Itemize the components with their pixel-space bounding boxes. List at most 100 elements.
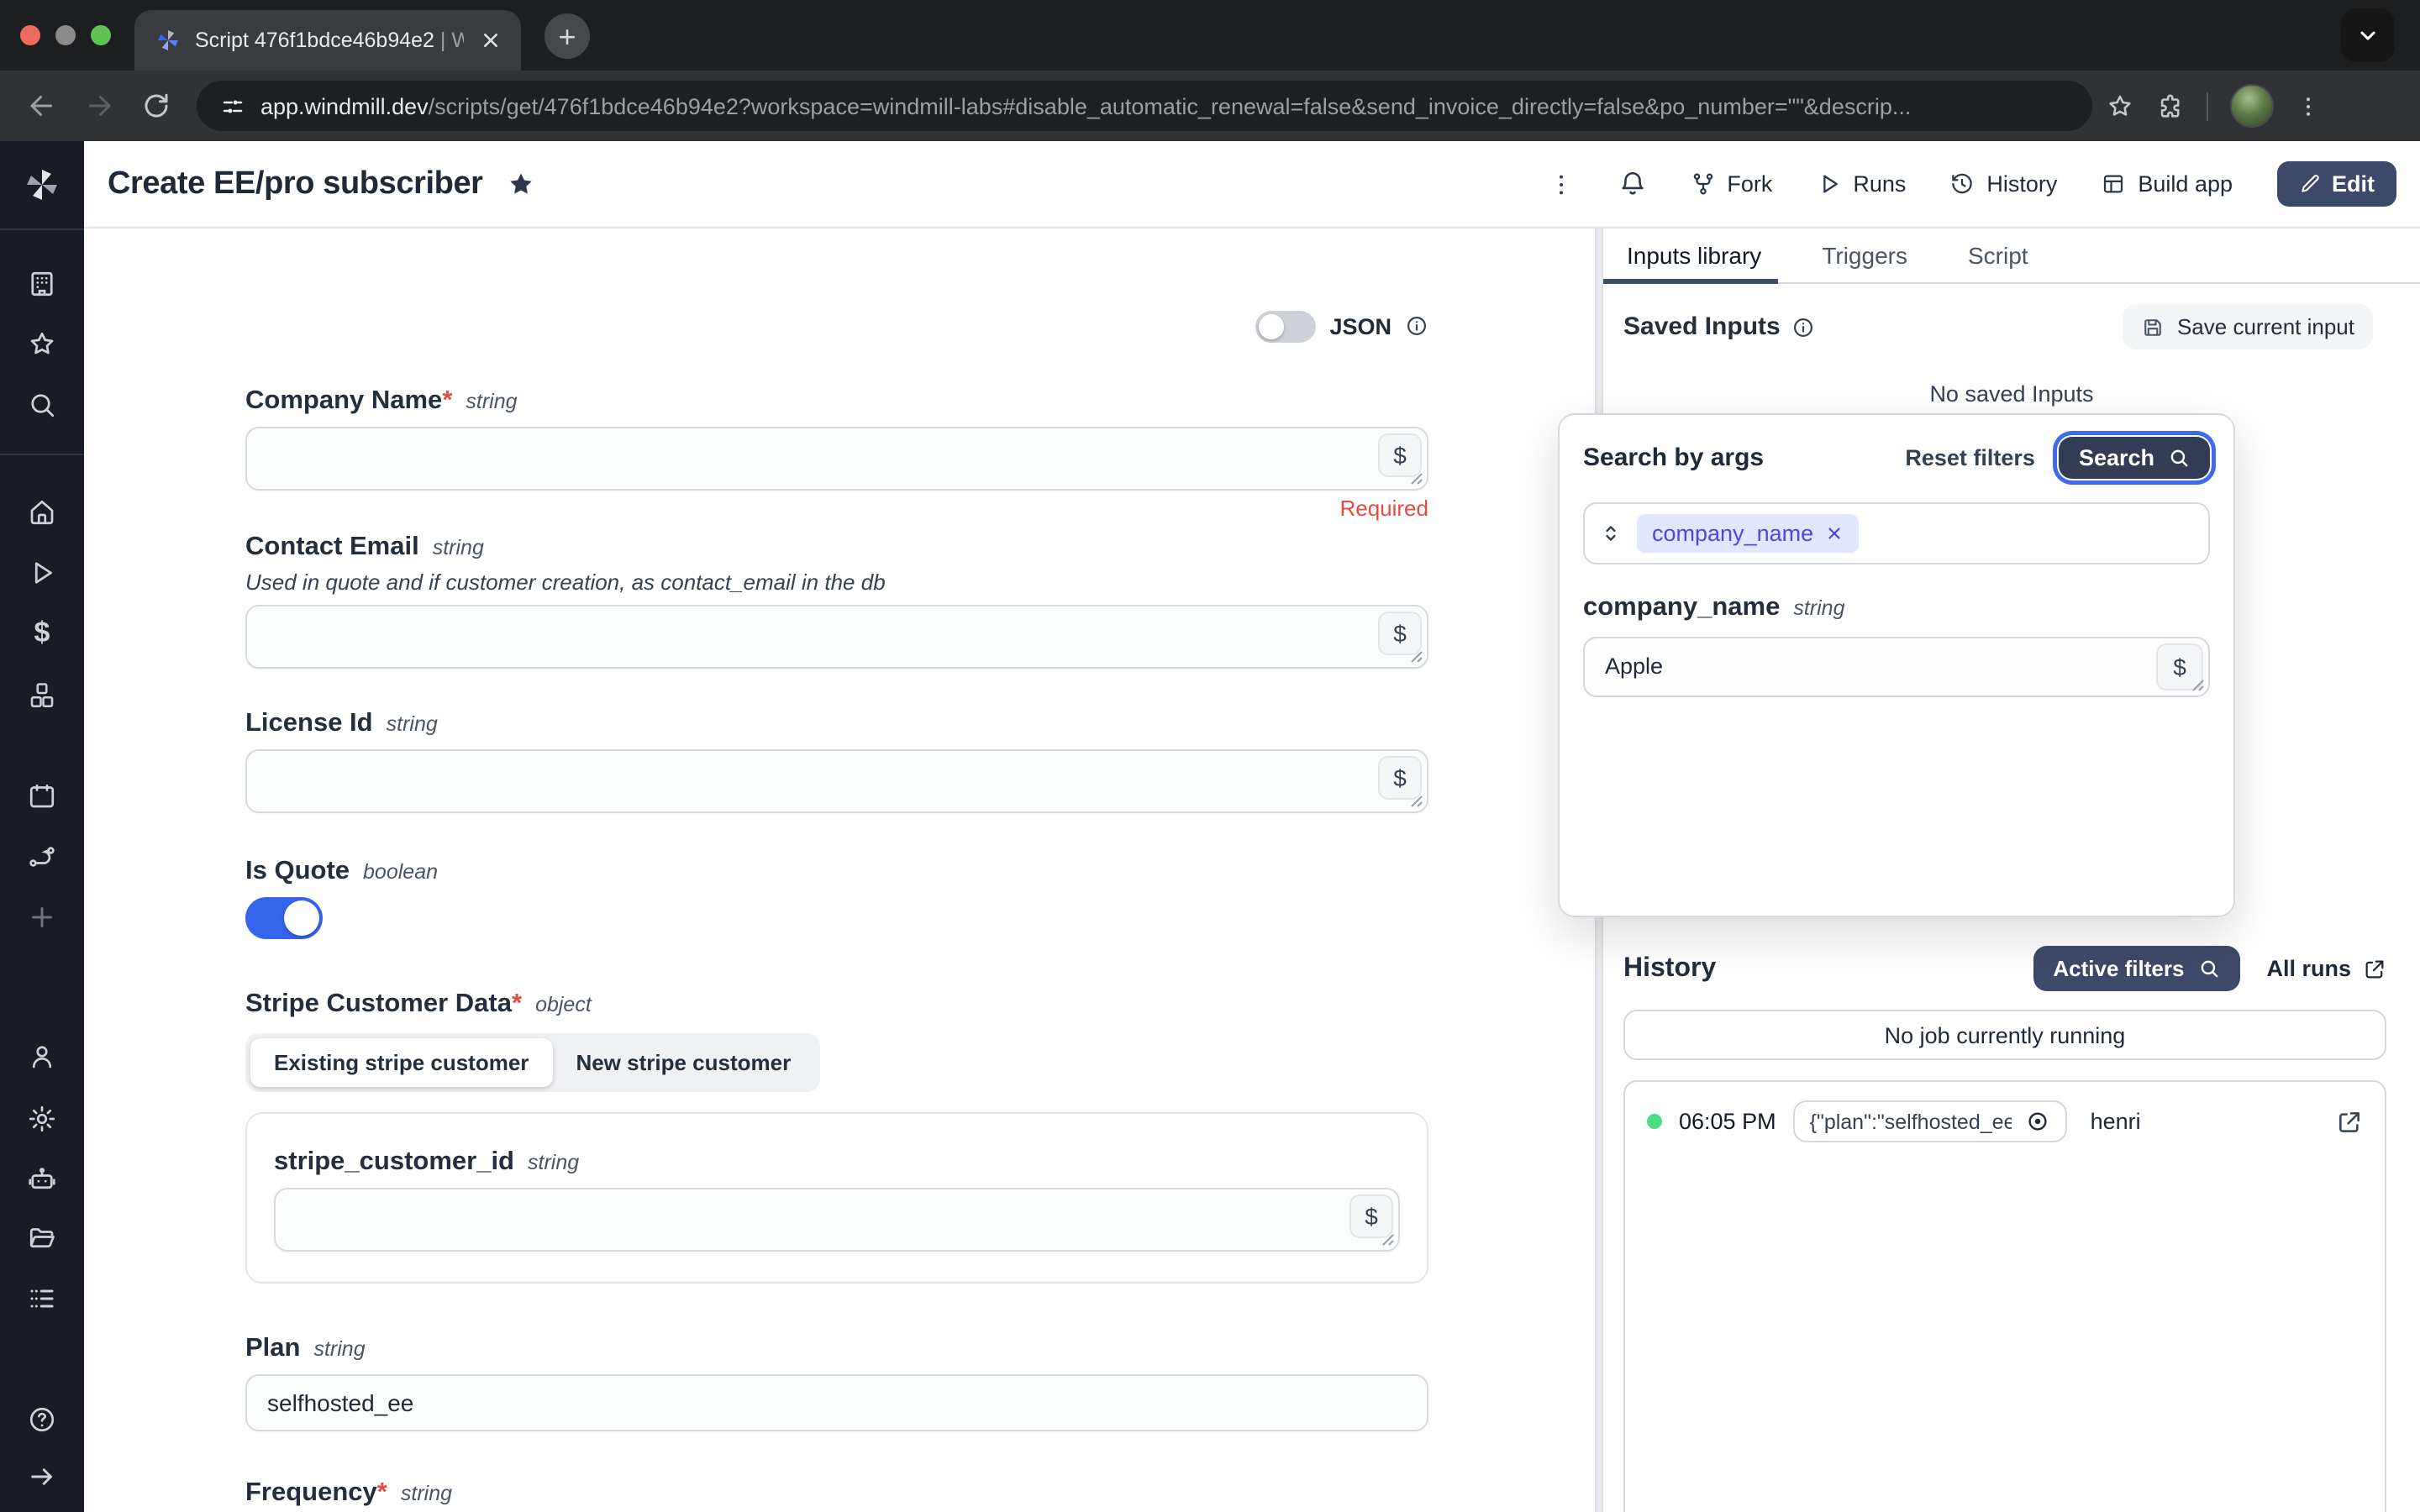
- tab-triggers[interactable]: Triggers: [1822, 228, 1907, 282]
- script-form: JSON Company Name* string $: [84, 228, 1595, 1512]
- home-icon[interactable]: [27, 497, 57, 528]
- external-link-icon: [2363, 957, 2386, 980]
- company-name-label: Company Name* string: [245, 386, 1428, 417]
- no-job-box: No job currently running: [1623, 1010, 2386, 1060]
- url-text: app.windmill.dev/scripts/get/476f1bdce46…: [260, 93, 1911, 118]
- tab-search-chevron-button[interactable]: [2341, 8, 2395, 62]
- stripe-customer-tabs: Existing stripe customer New stripe cust…: [245, 1033, 819, 1092]
- favorite-star-icon[interactable]: [507, 169, 537, 199]
- search-icon[interactable]: [27, 390, 57, 420]
- notifications-bell-icon[interactable]: [1618, 170, 1646, 198]
- site-controls-icon[interactable]: [220, 93, 245, 118]
- search-button[interactable]: Search: [2059, 437, 2210, 479]
- stripe-customer-id-input[interactable]: $: [274, 1188, 1400, 1252]
- workspace-building-icon[interactable]: [27, 269, 57, 299]
- resize-grip-icon[interactable]: [1410, 795, 1423, 808]
- runs-button[interactable]: Runs: [1816, 171, 1906, 197]
- workers-robot-icon[interactable]: [27, 1164, 57, 1194]
- add-plus-icon[interactable]: [27, 902, 57, 932]
- extensions-puzzle-icon[interactable]: [2156, 92, 2185, 120]
- favorites-star-icon[interactable]: [27, 329, 57, 360]
- windmill-logo[interactable]: [22, 165, 62, 205]
- browser-toolbar: app.windmill.dev/scripts/get/476f1bdce46…: [0, 71, 2420, 141]
- reload-icon[interactable]: [141, 91, 171, 121]
- settings-gear-icon[interactable]: [27, 1104, 57, 1134]
- schedules-calendar-icon[interactable]: [27, 781, 57, 811]
- company-name-input[interactable]: $: [245, 427, 1428, 491]
- more-options-kebab-icon[interactable]: [1547, 171, 1574, 197]
- variable-picker-button[interactable]: $: [1378, 756, 1422, 800]
- bookmark-star-icon[interactable]: [2106, 92, 2134, 120]
- forward-icon[interactable]: [84, 91, 114, 121]
- routes-icon[interactable]: [27, 842, 57, 872]
- company-name-filter-input[interactable]: Apple $: [1583, 637, 2210, 697]
- tab-title: Script 476f1bdce46b94e2 | W: [195, 29, 464, 52]
- stripe-customer-data-label: Stripe Customer Data* object: [245, 990, 1428, 1020]
- contact-email-label: Contact Email string: [245, 533, 1428, 563]
- run-user: henri: [2091, 1109, 2141, 1134]
- run-args-pill[interactable]: {"plan":"selfhosted_ee",...: [1793, 1100, 2067, 1142]
- save-current-input-button[interactable]: Save current input: [2123, 304, 2373, 349]
- close-icon[interactable]: [1825, 524, 1844, 543]
- build-app-button[interactable]: Build app: [2101, 171, 2233, 197]
- help-question-icon[interactable]: [27, 1404, 57, 1435]
- edit-button[interactable]: Edit: [2276, 161, 2396, 207]
- browser-tabstrip: Script 476f1bdce46b94e2 | W +: [0, 0, 2420, 71]
- active-filters-button[interactable]: Active filters: [2033, 946, 2239, 991]
- folders-icon[interactable]: [27, 1223, 57, 1253]
- resize-grip-icon[interactable]: [2191, 679, 2205, 692]
- runs-play-icon[interactable]: [27, 558, 57, 588]
- browser-menu-kebab-icon[interactable]: [2296, 93, 2321, 118]
- contact-email-input[interactable]: $: [245, 605, 1428, 669]
- tab-new-stripe-customer[interactable]: New stripe customer: [552, 1038, 814, 1087]
- resize-grip-icon[interactable]: [1410, 472, 1423, 486]
- back-icon[interactable]: [27, 91, 57, 121]
- macos-minimize-button[interactable]: [55, 25, 76, 45]
- audit-logs-list-icon[interactable]: [27, 1284, 57, 1314]
- windmill-favicon: [155, 27, 182, 54]
- history-button[interactable]: History: [1949, 171, 2057, 197]
- toolbar-separator: [2207, 92, 2208, 120]
- args-filter-input[interactable]: company_name: [1583, 502, 2210, 564]
- screenshot-root: Script 476f1bdce46b94e2 | W + app.windmi…: [0, 0, 2420, 1512]
- info-icon[interactable]: [1792, 315, 1816, 339]
- search-icon: [2197, 958, 2219, 979]
- expand-sidebar-arrow-icon[interactable]: [27, 1462, 57, 1492]
- macos-close-button[interactable]: [20, 25, 40, 45]
- eye-icon[interactable]: [2025, 1109, 2050, 1134]
- resources-cubes-icon[interactable]: [27, 680, 57, 711]
- all-runs-link[interactable]: All runs: [2266, 956, 2386, 981]
- tab-inputs-library[interactable]: Inputs library: [1627, 228, 1761, 282]
- json-toggle[interactable]: [1255, 310, 1316, 342]
- macos-maximize-button[interactable]: [91, 25, 111, 45]
- search-by-args-popover: Search by args Reset filters Search: [1558, 413, 2235, 917]
- variable-picker-button[interactable]: $: [1378, 612, 1422, 655]
- filter-chip-company-name[interactable]: company_name: [1637, 514, 1859, 553]
- billing-dollar-icon[interactable]: $: [27, 618, 57, 648]
- license-id-input[interactable]: $: [245, 749, 1428, 813]
- license-id-label: License Id string: [245, 709, 1428, 739]
- reset-filters-link[interactable]: Reset filters: [1905, 445, 2035, 470]
- is-quote-toggle[interactable]: [245, 897, 323, 939]
- variable-picker-button[interactable]: $: [1349, 1194, 1393, 1238]
- runs-list: 06:05 PM {"plan":"selfhosted_ee",... hen…: [1623, 1080, 2386, 1512]
- plan-input[interactable]: selfhosted_ee: [245, 1374, 1428, 1431]
- users-person-icon[interactable]: [27, 1042, 57, 1072]
- url-bar[interactable]: app.windmill.dev/scripts/get/476f1bdce46…: [197, 81, 2092, 131]
- tab-close-icon[interactable]: [477, 27, 504, 54]
- resize-grip-icon[interactable]: [1381, 1233, 1395, 1247]
- chevrons-up-down-icon[interactable]: [1598, 521, 1623, 546]
- new-tab-button[interactable]: +: [544, 13, 590, 59]
- resize-grip-icon[interactable]: [1410, 650, 1423, 664]
- tab-script[interactable]: Script: [1968, 228, 2028, 282]
- fork-button[interactable]: Fork: [1690, 171, 1772, 197]
- tab-existing-stripe-customer[interactable]: Existing stripe customer: [250, 1038, 552, 1087]
- info-icon[interactable]: [1405, 314, 1428, 338]
- stripe-customer-id-label: stripe_customer_id string: [274, 1147, 1400, 1178]
- profile-avatar[interactable]: [2230, 84, 2274, 128]
- browser-tab[interactable]: Script 476f1bdce46b94e2 | W: [134, 10, 521, 71]
- variable-picker-button[interactable]: $: [1378, 433, 1422, 477]
- run-row[interactable]: 06:05 PM {"plan":"selfhosted_ee",... hen…: [1647, 1100, 2363, 1142]
- external-link-icon[interactable]: [2336, 1108, 2363, 1135]
- history-section: History Active filters All runs: [1623, 946, 2386, 1512]
